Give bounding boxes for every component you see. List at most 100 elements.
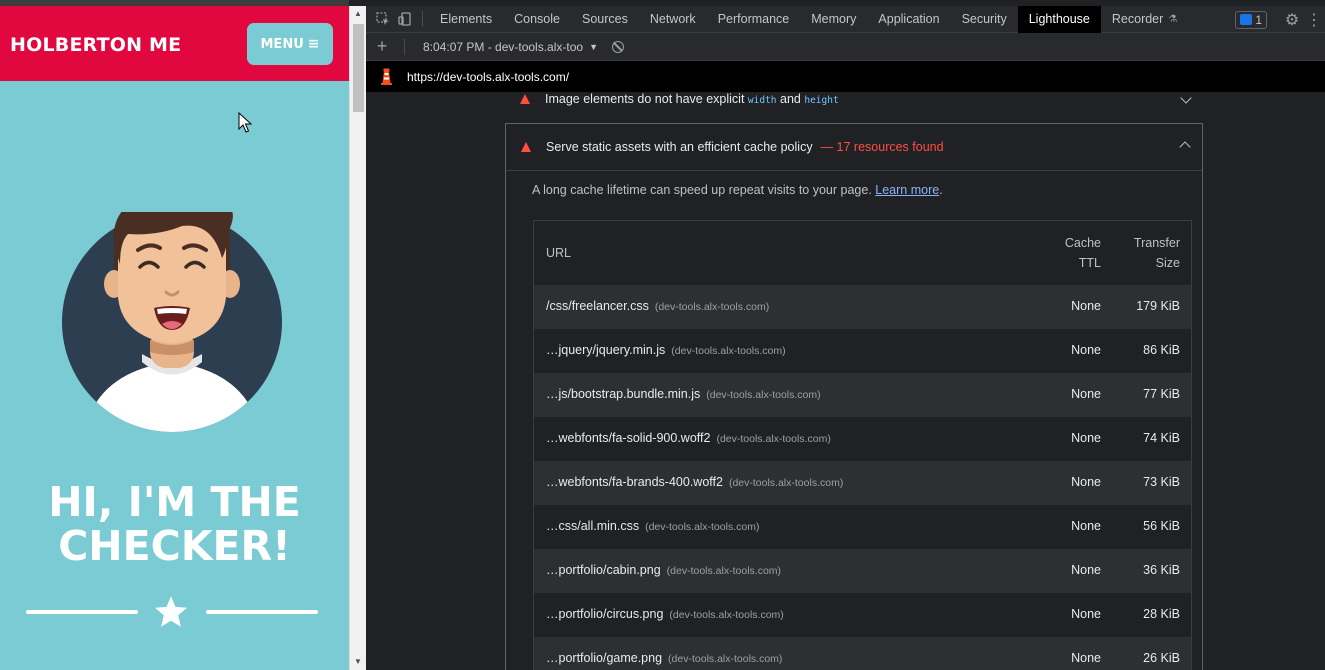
- tab-sources[interactable]: Sources: [571, 6, 639, 33]
- gear-icon[interactable]: ⚙: [1281, 9, 1303, 31]
- new-report-icon[interactable]: +: [366, 36, 398, 57]
- audit-cache-header[interactable]: Serve static assets with an efficient ca…: [506, 124, 1202, 171]
- row-url-cell: …js/bootstrap.bundle.min.js (dev-tools.al…: [546, 387, 821, 401]
- row-transfer-size: 77 KiB: [1143, 387, 1180, 401]
- tab-console[interactable]: Console: [503, 6, 571, 33]
- issues-count: 1: [1255, 12, 1262, 27]
- row-cache-ttl: None: [1071, 519, 1101, 533]
- table-row: …jquery/jquery.min.js (dev-tools.alx-tool…: [534, 329, 1191, 373]
- audit-title: Image elements do not have explicit widt…: [545, 92, 839, 106]
- tab-performance[interactable]: Performance: [707, 6, 801, 33]
- headline-line-2: CHECKER!: [58, 522, 291, 570]
- star-icon: [154, 596, 188, 627]
- row-url[interactable]: …portfolio/circus.png: [546, 607, 663, 621]
- row-host: (dev-tools.alx-tools.com): [716, 433, 831, 445]
- row-url[interactable]: …webfonts/fa-solid-900.woff2: [546, 431, 710, 445]
- description-text: A long cache lifetime can speed up repea…: [532, 183, 872, 197]
- row-host: (dev-tools.alx-tools.com): [645, 521, 760, 533]
- issues-icon: [1240, 14, 1253, 25]
- row-url-cell: …css/all.min.css (dev-tools.alx-tools.com…: [546, 519, 759, 533]
- row-transfer-size: 74 KiB: [1143, 431, 1180, 445]
- audit-cache-policy: Serve static assets with an efficient ca…: [505, 123, 1203, 670]
- hero-headline: HI, I'M THE CHECKER!: [0, 480, 349, 568]
- row-host: (dev-tools.alx-tools.com): [654, 301, 770, 313]
- table-row: …webfonts/fa-brands-400.woff2 (dev-tools.…: [534, 461, 1191, 505]
- row-url[interactable]: …css/all.min.css: [546, 519, 639, 533]
- mouse-cursor-icon: [238, 112, 252, 133]
- row-url-cell: …webfonts/fa-brands-400.woff2 (dev-tools.…: [546, 475, 843, 489]
- more-options-icon[interactable]: ⋮: [1303, 9, 1325, 31]
- table-row: …portfolio/game.png (dev-tools.alx-tools.…: [534, 637, 1191, 670]
- table-row: …js/bootstrap.bundle.min.js (dev-tools.al…: [534, 373, 1191, 417]
- row-cache-ttl: None: [1071, 607, 1101, 621]
- fail-triangle-icon: [520, 94, 530, 104]
- transfer-size-line-2: Size: [1155, 256, 1180, 270]
- audit-title: Serve static assets with an efficient ca…: [546, 140, 813, 154]
- row-cache-ttl: None: [1071, 299, 1101, 313]
- row-cache-ttl: None: [1071, 563, 1101, 577]
- row-transfer-size: 56 KiB: [1143, 519, 1180, 533]
- bars-icon: ≡: [307, 36, 320, 52]
- scroll-down-arrow-icon[interactable]: ▼: [353, 657, 363, 667]
- brand-link[interactable]: HOLBERTON ME: [10, 34, 181, 56]
- issues-badge[interactable]: 1: [1235, 10, 1267, 29]
- toolbar-separator: [404, 38, 405, 55]
- tab-recorder-label: Recorder: [1111, 12, 1164, 26]
- learn-more-link[interactable]: Learn more: [875, 183, 939, 197]
- page-scrollbar[interactable]: ▲ ▼: [349, 6, 366, 670]
- tab-security[interactable]: Security: [951, 6, 1018, 33]
- device-toolbar-icon[interactable]: [394, 8, 416, 30]
- row-host: (dev-tools.alx-tools.com): [668, 653, 783, 665]
- page-preview: HOLBERTON ME MENU ≡ HI, I'M THE CHECKER!: [0, 0, 349, 670]
- table-row: …portfolio/cabin.png (dev-tools.alx-tools…: [534, 549, 1191, 593]
- row-url[interactable]: …portfolio/cabin.png: [546, 563, 661, 577]
- scrollbar-thumb[interactable]: [353, 24, 364, 112]
- cache-ttl-line-2: TTL: [1078, 256, 1101, 270]
- caret-down-icon[interactable]: ▼: [589, 42, 598, 52]
- scroll-up-arrow-icon[interactable]: ▲: [353, 9, 363, 19]
- tab-elements[interactable]: Elements: [429, 6, 503, 33]
- audit-display-value: — 17 resources found: [820, 140, 944, 154]
- devtools-panel: Elements Console Sources Network Perform…: [366, 0, 1325, 670]
- tab-recorder[interactable]: Recorder ⚗: [1101, 6, 1188, 33]
- chevron-down-icon[interactable]: [1180, 92, 1192, 104]
- audit-image-dimensions[interactable]: Image elements do not have explicit widt…: [505, 92, 1203, 106]
- row-host: (dev-tools.alx-tools.com): [669, 609, 784, 621]
- report-selector[interactable]: 8:04:07 PM - dev-tools.alx-too: [423, 40, 583, 54]
- row-cache-ttl: None: [1071, 431, 1101, 445]
- clear-reports-icon[interactable]: [612, 40, 624, 53]
- row-cache-ttl: None: [1071, 387, 1101, 401]
- tab-network[interactable]: Network: [639, 6, 707, 33]
- lighthouse-toolbar: + 8:04:07 PM - dev-tools.alx-too ▼: [366, 33, 1325, 61]
- row-host: (dev-tools.alx-tools.com): [666, 565, 782, 577]
- row-url[interactable]: …jquery/jquery.min.js: [546, 343, 665, 357]
- column-header-cache-ttl: Cache TTL: [1065, 233, 1101, 273]
- row-url[interactable]: …portfolio/game.png: [546, 651, 662, 665]
- table-row: /css/freelancer.css (dev-tools.alx-tools.…: [534, 285, 1191, 329]
- row-url-cell: …portfolio/circus.png (dev-tools.alx-tool…: [546, 607, 784, 621]
- row-cache-ttl: None: [1071, 343, 1101, 357]
- cache-ttl-line-1: Cache: [1064, 236, 1101, 250]
- headline-line-1: HI, I'M THE: [48, 478, 301, 526]
- column-header-url: URL: [546, 246, 572, 260]
- table-row: …webfonts/fa-solid-900.woff2 (dev-tools.a…: [534, 417, 1191, 461]
- inspect-element-icon[interactable]: [372, 8, 394, 30]
- navbar: HOLBERTON ME MENU ≡: [0, 6, 349, 81]
- row-transfer-size: 86 KiB: [1143, 343, 1180, 357]
- tab-lighthouse[interactable]: Lighthouse: [1017, 5, 1101, 33]
- tab-application[interactable]: Application: [867, 6, 950, 33]
- tab-memory[interactable]: Memory: [800, 6, 867, 33]
- lighthouse-logo-icon: [381, 68, 392, 85]
- devtools-tabbar: Elements Console Sources Network Perform…: [366, 5, 1325, 33]
- row-url[interactable]: …webfonts/fa-brands-400.woff2: [546, 475, 723, 489]
- audit-description: A long cache lifetime can speed up repea…: [532, 183, 943, 197]
- code-height: height: [804, 95, 839, 106]
- row-url[interactable]: …js/bootstrap.bundle.min.js: [546, 387, 700, 401]
- row-url[interactable]: /css/freelancer.css: [546, 299, 649, 313]
- report-url[interactable]: https://dev-tools.alx-tools.com/: [407, 70, 569, 84]
- description-period: .: [939, 183, 943, 197]
- row-url-cell: …webfonts/fa-solid-900.woff2 (dev-tools.a…: [546, 431, 831, 445]
- row-host: (dev-tools.alx-tools.com): [728, 477, 844, 489]
- menu-button[interactable]: MENU ≡: [247, 23, 333, 65]
- chevron-up-icon[interactable]: [1179, 141, 1191, 153]
